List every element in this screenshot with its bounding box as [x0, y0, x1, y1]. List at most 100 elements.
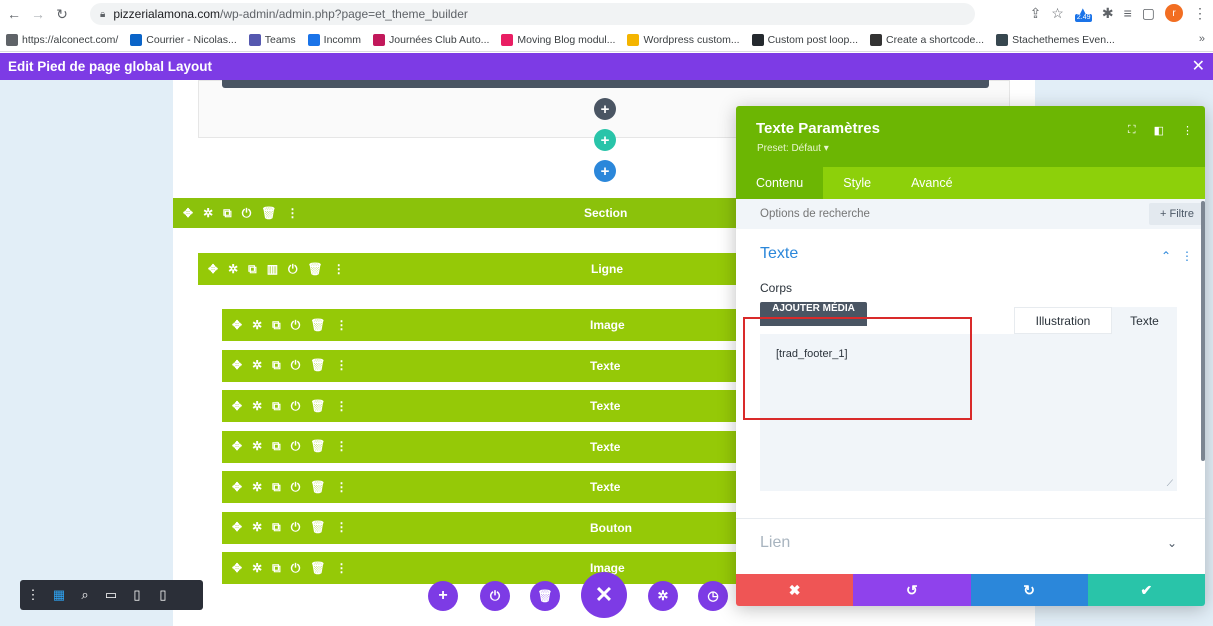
power-icon[interactable]: ⏻	[480, 581, 510, 611]
desktop-icon[interactable]: ▭	[98, 587, 124, 603]
more-dots-icon[interactable]: ⋮	[286, 206, 298, 221]
duplicate-icon[interactable]: ⧉	[272, 358, 281, 373]
forward-arrow-icon[interactable]: →	[28, 4, 48, 24]
trash-icon[interactable]: 🗑︎	[310, 480, 325, 495]
bookmark-item[interactable]: Journées Club Auto...	[373, 33, 489, 46]
menu-dots-icon[interactable]: ⋮	[1193, 5, 1207, 22]
gear-icon[interactable]: ✲	[252, 520, 262, 535]
phone-icon[interactable]: ▯	[150, 587, 176, 603]
module-bar[interactable]: ✥ ✲ ⧉ ⏻ 🗑︎ ⋮ Image	[222, 309, 743, 341]
more-dots-icon[interactable]: ⋮	[335, 358, 347, 373]
chevron-up-icon[interactable]: ⌃	[1161, 249, 1171, 263]
gear-icon[interactable]: ✲	[648, 581, 678, 611]
section-bar[interactable]: ✥ ✲ ⧉ ⏻ 🗑︎ ⋮ Section	[173, 198, 743, 228]
star-icon[interactable]: ☆	[1051, 5, 1064, 22]
bookmark-item[interactable]: Wordpress custom...	[627, 33, 740, 46]
move-icon[interactable]: ✥	[232, 358, 242, 373]
gear-icon[interactable]: ✲	[228, 262, 238, 277]
power-icon[interactable]: ⏻	[291, 358, 301, 373]
columns-icon[interactable]: ▥	[267, 262, 278, 277]
more-dots-icon[interactable]: ⋮	[1181, 249, 1193, 263]
move-icon[interactable]: ✥	[232, 480, 242, 495]
gear-icon[interactable]: ✲	[252, 358, 262, 373]
address-bar[interactable]: 🔒︎ pizzerialamona.com/wp-admin/admin.php…	[90, 3, 975, 25]
trash-icon[interactable]: 🗑︎	[310, 399, 325, 414]
power-icon[interactable]: ⏻	[291, 318, 301, 333]
search-input[interactable]	[760, 208, 1060, 220]
preset-selector[interactable]: Preset: Défaut ▾	[757, 143, 829, 154]
more-dots-icon[interactable]: ⋮	[333, 262, 345, 277]
move-icon[interactable]: ✥	[232, 439, 242, 454]
module-bar[interactable]: ✥ ✲ ⧉ ⏻ 🗑︎ ⋮ Texte	[222, 430, 743, 463]
trash-icon[interactable]: 🗑︎	[310, 318, 325, 333]
gear-icon[interactable]: ✲	[252, 480, 262, 495]
duplicate-icon[interactable]: ⧉	[272, 561, 281, 576]
filter-button[interactable]: + Filtre	[1149, 203, 1205, 225]
wireframe-icon[interactable]: ▦	[46, 587, 72, 603]
puzzle-icon[interactable]: ✱	[1102, 5, 1114, 22]
move-icon[interactable]: ✥	[232, 318, 242, 333]
more-dots-icon[interactable]: ⋮	[1182, 124, 1193, 137]
sidepanel-icon[interactable]: ▢	[1142, 5, 1155, 22]
resize-handle-icon[interactable]: ⟋	[1167, 478, 1173, 489]
gear-icon[interactable]: ✲	[252, 561, 262, 576]
module-bar[interactable]: ✥ ✲ ⧉ ⏻ 🗑︎ ⋮ Texte	[222, 390, 743, 422]
duplicate-icon[interactable]: ⧉	[272, 399, 281, 414]
reload-icon[interactable]: ↻	[52, 4, 72, 24]
gear-icon[interactable]: ✲	[252, 318, 262, 333]
texte-section-title[interactable]: Texte	[760, 245, 798, 263]
tab-contenu[interactable]: Contenu	[736, 167, 824, 199]
power-icon[interactable]: ⏻	[291, 520, 301, 535]
bookmark-item[interactable]: Custom post loop...	[751, 33, 858, 46]
trash-icon[interactable]: 🗑︎	[261, 206, 276, 221]
module-bar[interactable]: ✥ ✲ ⧉ ⏻ 🗑︎ ⋮ Image	[222, 552, 743, 584]
module-bar[interactable]: ✥ ✲ ⧉ ⏻ 🗑︎ ⋮ Texte	[222, 349, 743, 382]
power-icon[interactable]: ⏻	[291, 480, 301, 495]
tablet-icon[interactable]: ▯	[124, 587, 150, 603]
bookmark-item[interactable]: Stachethemes Even...	[996, 33, 1115, 46]
share-icon[interactable]: ⇪	[1030, 5, 1042, 22]
cancel-button[interactable]: ✖	[736, 574, 854, 606]
reading-list-icon[interactable]: ≡	[1124, 5, 1132, 21]
bookmarks-more-icon[interactable]: »	[1199, 33, 1205, 45]
gear-icon[interactable]: ✲	[252, 439, 262, 454]
trash-icon[interactable]: 🗑︎	[310, 439, 325, 454]
save-button[interactable]: ✔	[1087, 574, 1205, 606]
power-icon[interactable]: ⏻	[291, 439, 301, 454]
module-bar[interactable]: ✥ ✲ ⧉ ⏻ 🗑︎ ⋮ Bouton	[222, 511, 743, 544]
trash-icon[interactable]: 🗑︎	[310, 358, 325, 373]
more-dots-icon[interactable]: ⋮	[335, 439, 347, 454]
duplicate-icon[interactable]: ⧉	[223, 206, 232, 221]
tab-texte-mode[interactable]: Texte	[1112, 307, 1177, 334]
module-bar[interactable]: ✥ ✲ ⧉ ⏻ 🗑︎ ⋮ Texte	[222, 471, 743, 503]
lien-section-title[interactable]: Lien	[760, 534, 790, 552]
duplicate-icon[interactable]: ⧉	[272, 480, 281, 495]
add-media-button[interactable]: AJOUTER MÉDIA	[760, 302, 867, 326]
power-icon[interactable]: ⏻	[291, 561, 301, 576]
close-icon[interactable]: ✕	[1192, 56, 1205, 76]
close-builder-button[interactable]: ✕	[581, 572, 627, 618]
tab-illustration[interactable]: Illustration	[1014, 307, 1112, 334]
bookmark-item[interactable]: https://alconect.com/	[6, 33, 118, 46]
panel-header[interactable]: Texte Paramètres Preset: Défaut ▾ ⛶ ◧ ⋮	[736, 106, 1205, 167]
power-icon[interactable]: ⏻	[291, 399, 301, 414]
move-icon[interactable]: ✥	[232, 561, 242, 576]
trash-icon[interactable]: 🗑︎	[310, 520, 325, 535]
power-icon[interactable]: ⏻	[288, 262, 298, 277]
more-dots-icon[interactable]: ⋮	[335, 520, 347, 535]
split-view-icon[interactable]: ◧	[1154, 124, 1164, 137]
move-icon[interactable]: ✥	[183, 206, 193, 221]
redo-button[interactable]: ↻	[970, 574, 1088, 606]
gear-icon[interactable]: ✲	[252, 399, 262, 414]
duplicate-icon[interactable]: ⧉	[272, 439, 281, 454]
bookmark-item[interactable]: Courrier - Nicolas...	[130, 33, 237, 46]
duplicate-icon[interactable]: ⧉	[248, 262, 257, 277]
back-arrow-icon[interactable]: ←	[4, 4, 24, 24]
tab-style[interactable]: Style	[823, 167, 891, 199]
more-dots-icon[interactable]: ⋮	[335, 399, 347, 414]
profile-avatar[interactable]: r	[1165, 4, 1183, 22]
duplicate-icon[interactable]: ⧉	[272, 318, 281, 333]
more-dots-icon[interactable]: ⋮	[335, 561, 347, 576]
fullscreen-icon[interactable]: ⛶	[1128, 124, 1136, 137]
add-button[interactable]: +	[428, 581, 458, 611]
